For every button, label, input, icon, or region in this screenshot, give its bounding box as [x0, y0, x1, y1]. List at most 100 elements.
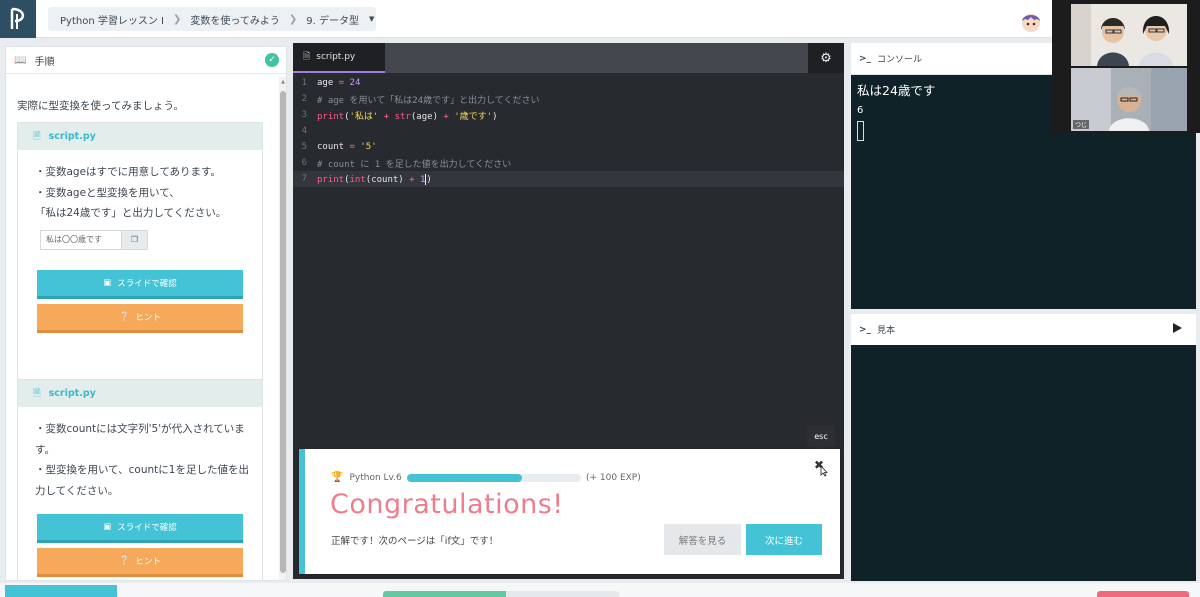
- exp-progress-bar: [407, 474, 581, 482]
- slide-button[interactable]: ▣ スライドで確認: [37, 270, 243, 299]
- task-card-text: ・変数countには文字列'5'が代入されています。 ・型変換を用いて、coun…: [18, 407, 262, 501]
- next-button[interactable]: 次に進む: [746, 524, 822, 555]
- task-card-filename: script.py: [48, 388, 96, 399]
- code-comment: # count に 1 を足した値を出力してください: [317, 159, 512, 170]
- slide-button[interactable]: ▣ スライドで確認: [37, 514, 243, 543]
- sample-panel: >_ 見本: [851, 314, 1196, 581]
- code-line-active[interactable]: 7 print(int(count) + 1): [293, 171, 844, 187]
- bottom-right-button[interactable]: [1097, 591, 1189, 597]
- code-text: print('私は' + str(age) + '歳です'): [317, 109, 498, 122]
- question-icon: ❔: [118, 556, 130, 566]
- level-indicator: 🏆 Python Lv.6: [331, 472, 402, 483]
- line-number: 3: [301, 110, 307, 120]
- code-line[interactable]: 3 print('私は' + str(age) + '歳です'): [293, 107, 844, 123]
- scrollbar-thumb[interactable]: [280, 91, 286, 573]
- exp-progress-fill: [407, 474, 522, 482]
- code-token: int: [349, 174, 366, 185]
- scrollbar[interactable]: ▲: [279, 77, 286, 580]
- task-card-header: 🗎 script.py: [18, 380, 262, 407]
- sample-output: [851, 345, 1196, 581]
- instructions-panel: 📖 手順 ✓ 実際に型変換を使ってみましょう。 🗎 script.py ・変数a…: [5, 46, 287, 581]
- congratulations-modal: 🏆 Python Lv.6 (+ 100 EXP) Congratulation…: [299, 449, 840, 574]
- code-token: '私は': [349, 111, 379, 122]
- task-line: ・変数ageはすでに用意してあります。: [35, 166, 221, 178]
- code-comment: # age を用いて「私は24歳です」と出力してください: [317, 95, 540, 106]
- slide-button-label: スライドで確認: [117, 279, 177, 289]
- breadcrumb-lesson[interactable]: 変数を使ってみよう: [190, 12, 280, 27]
- copy-text: 私は〇〇歳です: [46, 235, 102, 244]
- scroll-up-icon[interactable]: ▲: [279, 79, 286, 85]
- terminal-icon: >_: [859, 53, 872, 64]
- line-number: 6: [301, 158, 307, 168]
- exp-gain: (+ 100 EXP): [586, 473, 641, 483]
- progate-logo-icon[interactable]: [0, 0, 36, 38]
- code-token: ): [426, 174, 432, 185]
- mouse-pointer-icon: [820, 465, 828, 477]
- view-answer-button[interactable]: 解答を見る: [664, 524, 741, 555]
- code-token: (count): [365, 174, 404, 185]
- code-token: (age): [410, 111, 438, 122]
- instructions-title: 手順: [34, 56, 55, 68]
- console-title: コンソール: [877, 55, 923, 65]
- hint-button[interactable]: ❔ ヒント: [37, 304, 243, 333]
- play-icon[interactable]: [1173, 323, 1182, 333]
- code-token: ): [492, 111, 498, 122]
- congratulations-title: Congratulations!: [330, 489, 564, 520]
- hint-button-label: ヒント: [135, 557, 162, 567]
- code-line[interactable]: 5 count = '5': [293, 139, 844, 155]
- task-line: 「私は24歳です」と出力してください。: [35, 207, 227, 219]
- task-card-1: 🗎 script.py ・変数ageはすでに用意してあります。 ・変数ageと型…: [17, 122, 263, 398]
- bottom-left-button[interactable]: [5, 585, 117, 597]
- code-area[interactable]: 1 age = 24 2 # age を用いて「私は24歳です」と出力してくださ…: [293, 75, 844, 187]
- instructions-intro: 実際に型変換を使ってみましょう。: [17, 100, 184, 112]
- video-call-overlay[interactable]: つじ: [1052, 0, 1200, 133]
- breadcrumb[interactable]: Python 学習レッスン I ❯ 変数を使ってみよう ❯ 9. データ型 ▼: [48, 7, 376, 31]
- close-tooltip: esc: [807, 425, 835, 452]
- tab-script-py[interactable]: 🗎 script.py: [293, 43, 385, 73]
- code-token: count: [317, 142, 345, 152]
- tab-label: script.py: [316, 52, 356, 62]
- caret-down-icon[interactable]: ▼: [369, 15, 374, 23]
- code-token: '5': [360, 142, 377, 152]
- breadcrumb-page[interactable]: 9. データ型: [306, 12, 359, 27]
- breadcrumb-course[interactable]: Python 学習レッスン I: [60, 12, 164, 27]
- line-number: 7: [301, 174, 307, 184]
- user-avatar[interactable]: [1020, 11, 1042, 33]
- chevron-right-icon: ❯: [288, 13, 298, 25]
- task-card-header: 🗎 script.py: [18, 123, 262, 150]
- check-icon: ✓: [265, 53, 279, 67]
- code-text: count = '5': [317, 142, 377, 152]
- instructions-header: 📖 手順: [6, 47, 286, 74]
- copy-text-box[interactable]: 私は〇〇歳です ❐: [40, 229, 148, 250]
- question-icon: ❔: [118, 312, 130, 322]
- code-line[interactable]: 1 age = 24: [293, 75, 844, 91]
- top-bar: Python 学習レッスン I ❯ 変数を使ってみよう ❯ 9. データ型 ▼: [0, 0, 1200, 38]
- lesson-progress-fill: [383, 591, 506, 597]
- code-token: print: [317, 174, 345, 185]
- video-tile-participants[interactable]: [1071, 4, 1187, 66]
- code-text: print(int(count) + 1): [317, 173, 432, 185]
- line-number: 4: [301, 126, 307, 136]
- video-tile-teacher[interactable]: つじ: [1071, 68, 1187, 131]
- code-text: age = 24: [317, 78, 360, 88]
- code-token: +: [403, 174, 420, 185]
- file-icon: 🗎: [33, 130, 41, 142]
- code-line[interactable]: 2 # age を用いて「私は24歳です」と出力してください: [293, 91, 844, 107]
- code-line[interactable]: 6 # count に 1 を足した値を出力してください: [293, 155, 844, 171]
- line-number: 2: [301, 94, 307, 104]
- code-token: =: [344, 142, 361, 152]
- gear-icon[interactable]: ⚙: [808, 43, 844, 73]
- image-icon: ▣: [103, 522, 112, 532]
- code-line[interactable]: 4: [293, 123, 844, 139]
- lesson-progress-bar: [383, 591, 619, 597]
- copy-icon[interactable]: ❐: [121, 230, 147, 249]
- task-card-2: 🗎 script.py ・変数countには文字列'5'が代入されています。 ・…: [17, 379, 263, 580]
- code-token: print: [317, 111, 345, 122]
- task-card-filename: script.py: [48, 131, 96, 142]
- code-token: age: [317, 78, 334, 88]
- sample-header: >_ 見本: [851, 314, 1196, 346]
- hint-button[interactable]: ❔ ヒント: [37, 548, 243, 577]
- hint-button-label: ヒント: [135, 313, 162, 323]
- line-number: 5: [301, 142, 307, 152]
- file-icon: 🗎: [303, 52, 311, 62]
